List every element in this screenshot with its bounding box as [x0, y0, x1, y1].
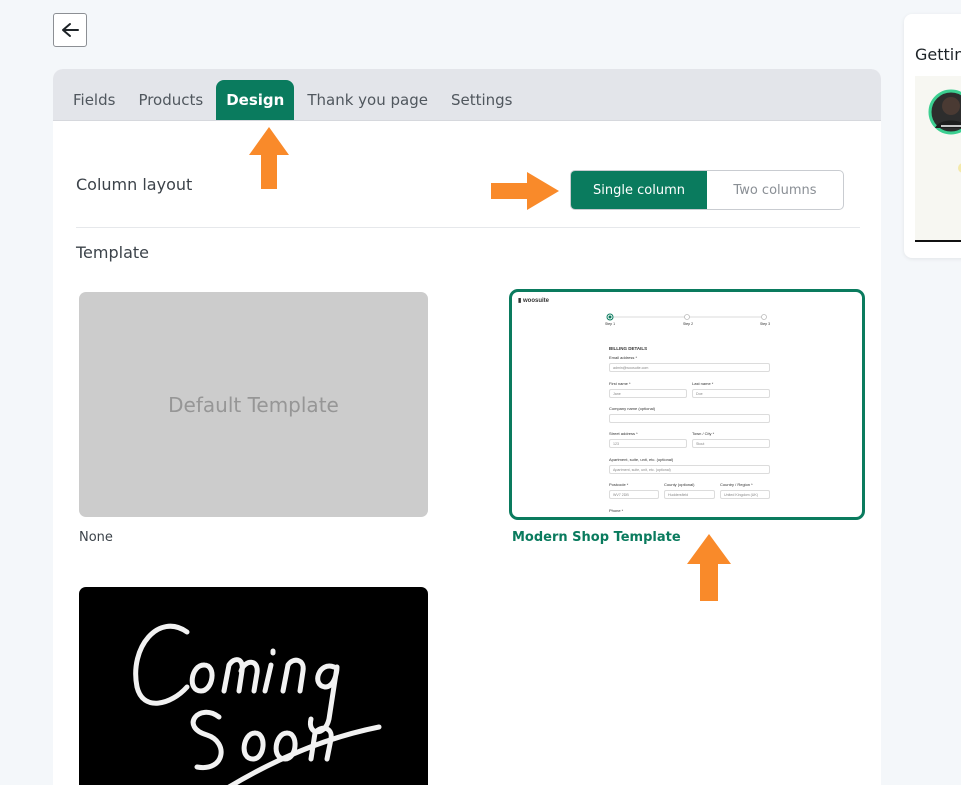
template-caption-modern-shop: Modern Shop Template: [512, 530, 681, 545]
coming-soon-lettering: [133, 623, 382, 785]
email-label: Email address *: [609, 355, 638, 360]
company-field-preview: [609, 414, 770, 423]
billing-heading: BILLING DETAILS: [609, 346, 648, 351]
apartment-field-preview: Apartment, suite, unit, etc. (optional): [609, 465, 770, 474]
getting-started-title: Getting: [915, 45, 961, 64]
template-title: Template: [76, 243, 150, 262]
template-card-default[interactable]: Default Template: [79, 292, 428, 517]
postcode-field-preview: WV7 2DB: [609, 490, 659, 499]
country-select-preview: United Kingdom (UK): [720, 490, 770, 499]
template-card-coming-soon: [79, 587, 428, 785]
tab-fields[interactable]: Fields: [63, 80, 125, 120]
getting-started-card: Getting: [904, 14, 961, 258]
template-caption-none: None: [79, 530, 113, 545]
annotation-arrow-icon: [687, 534, 731, 601]
back-button[interactable]: [53, 13, 87, 47]
street-label: Street address *: [609, 431, 638, 436]
annotation-arrow-icon: [249, 127, 289, 189]
divider: [76, 227, 860, 228]
tab-design[interactable]: Design: [216, 80, 295, 120]
tab-products[interactable]: Products: [128, 80, 213, 120]
tab-bar: Fields Products Design Thank you page Se…: [53, 69, 881, 121]
apartment-label: Apartment, suite, unit, etc. (optional): [609, 457, 674, 462]
default-template-label: Default Template: [168, 392, 339, 417]
county-field-preview: Huddersfield: [664, 490, 715, 499]
woosuite-logo-icon: ▮: [518, 298, 522, 304]
video-thumbnail[interactable]: [915, 76, 961, 242]
tab-thank-you-page[interactable]: Thank you page: [297, 80, 438, 120]
first-name-field-preview: Jane: [609, 389, 687, 398]
column-layout-toggle: Single column Two columns: [570, 170, 844, 210]
annotation-arrow-icon: [491, 172, 559, 210]
town-field-preview: Stout: [692, 439, 770, 448]
postcode-label: Postcode *: [609, 482, 629, 487]
last-name-label: Last name *: [692, 381, 714, 386]
design-panel: Fields Products Design Thank you page Se…: [53, 69, 881, 785]
first-name-label: First name *: [609, 381, 631, 386]
single-column-button[interactable]: Single column: [571, 171, 707, 209]
back-arrow-icon: [62, 23, 79, 37]
county-label: County (optional): [664, 482, 695, 487]
tab-settings[interactable]: Settings: [441, 80, 523, 120]
column-layout-title: Column layout: [76, 175, 193, 194]
template-card-modern-shop[interactable]: ▮ woosuite Step 1 Step 2 Step 3 BILLING …: [509, 289, 865, 520]
two-columns-button[interactable]: Two columns: [707, 171, 843, 209]
country-label: Country / Region *: [720, 482, 753, 487]
street-field-preview: 123: [609, 439, 687, 448]
email-field-preview: admin@woosuite.com: [609, 363, 770, 372]
woosuite-logo: ▮ woosuite: [518, 298, 549, 304]
presenter-avatar-icon: [928, 89, 961, 173]
phone-label: Phone *: [609, 508, 624, 513]
town-label: Town / City *: [692, 431, 715, 436]
step-2-label: Step 2: [683, 322, 694, 326]
last-name-field-preview: Doe: [692, 389, 770, 398]
company-label: Company name (optional): [609, 406, 656, 411]
step-3-label: Step 3: [760, 322, 771, 326]
step-1-label: Step 1: [605, 322, 616, 326]
